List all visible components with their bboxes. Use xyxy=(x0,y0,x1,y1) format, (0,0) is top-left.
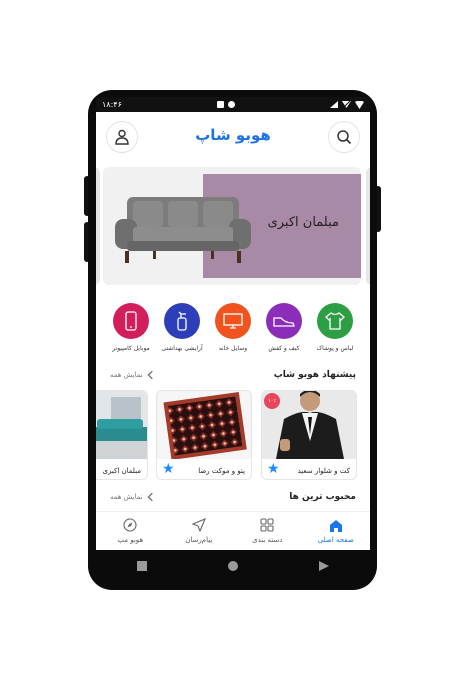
signal-icons xyxy=(329,100,364,109)
sim-icon xyxy=(216,101,224,108)
product-name: پتو و موکت رضا xyxy=(198,467,245,475)
category-label: وسایل خانه xyxy=(218,345,248,352)
product-card[interactable]: ۱۰٪ کت و شلوار سعید ★ xyxy=(261,390,357,480)
data-saver-icon xyxy=(227,101,235,108)
system-navigation-bar xyxy=(96,550,370,582)
search-button[interactable] xyxy=(328,121,360,153)
nav-label: هوبو مپ xyxy=(117,536,144,544)
home-icon xyxy=(329,519,342,532)
chevron-left-icon xyxy=(147,492,156,502)
suggest-see-all[interactable]: نمایش همه xyxy=(110,370,156,380)
nav-messenger[interactable]: پیام‌رسان xyxy=(165,512,234,550)
popular-section-header: محبوب ترین ها نمایش همه xyxy=(96,492,370,502)
promo-carousel[interactable]: مبلمان اکبری xyxy=(96,167,370,285)
carousel-prev-peek xyxy=(96,167,100,285)
search-icon xyxy=(337,130,352,145)
suggest-section-header: پیشنهاد هوبو شاپ نمایش همه xyxy=(96,370,370,380)
carousel-next-peek xyxy=(366,167,370,285)
sofa-image xyxy=(115,197,251,263)
popular-see-all[interactable]: نمایش همه xyxy=(110,492,156,502)
tv-icon xyxy=(215,303,251,339)
product-card[interactable]: مبلمان اکبری xyxy=(96,390,148,480)
suggest-carousel[interactable]: ۱۰٪ کت و شلوار سعید ★ پتو و موکت رضا ★ م… xyxy=(96,390,370,480)
phone-icon xyxy=(113,303,149,339)
grid-icon xyxy=(260,518,274,532)
carpet-image xyxy=(163,391,247,459)
chevron-left-icon xyxy=(147,370,156,380)
product-image xyxy=(96,391,147,459)
category-label: لباس و پوشاک xyxy=(316,345,354,352)
back-icon[interactable] xyxy=(319,561,330,571)
bottle-icon xyxy=(164,303,200,339)
shirt-icon xyxy=(317,303,353,339)
user-icon xyxy=(115,129,129,145)
category-row: لباس و پوشاک کیف و کفش وسایل خانه آرایشی… xyxy=(96,303,370,352)
signal-icon xyxy=(329,101,338,108)
compass-icon xyxy=(123,518,137,532)
category-bags-shoes[interactable]: کیف و کفش xyxy=(263,303,305,352)
nav-label: دسته بندی xyxy=(252,536,283,544)
home-circle-icon[interactable] xyxy=(227,561,238,571)
category-label: آرایشی بهداشتی xyxy=(161,345,203,352)
category-label: کیف و کفش xyxy=(268,345,300,352)
nav-label: صفحه اصلی xyxy=(317,535,354,544)
status-time: ۱۸:۴۶ xyxy=(102,100,122,109)
promo-banner[interactable]: مبلمان اکبری xyxy=(103,167,361,285)
see-all-label: نمایش همه xyxy=(110,493,143,501)
banner-title: مبلمان اکبری xyxy=(267,215,339,230)
app-screen: ۱۸:۴۶ هوبو شاپ مبلمان اکبری لباس و پوشاک… xyxy=(96,97,370,550)
app-header: هوبو شاپ xyxy=(96,112,370,162)
product-name: مبلمان اکبری xyxy=(102,467,141,475)
send-icon xyxy=(191,518,206,532)
product-card[interactable]: پتو و موکت رضا ★ xyxy=(156,390,252,480)
living-room-image xyxy=(96,391,147,459)
status-bar: ۱۸:۴۶ xyxy=(96,97,370,112)
nav-categories[interactable]: دسته بندی xyxy=(233,512,302,550)
product-name: کت و شلوار سعید xyxy=(297,467,350,475)
popular-title: محبوب ترین ها xyxy=(289,492,356,502)
category-home[interactable]: وسایل خانه xyxy=(212,303,254,352)
category-clothing[interactable]: لباس و پوشاک xyxy=(314,303,356,352)
category-mobile[interactable]: موبایل کامپیوتر xyxy=(110,303,152,352)
wifi-icon xyxy=(354,100,364,109)
nav-label: پیام‌رسان xyxy=(185,536,213,544)
discount-badge: ۱۰٪ xyxy=(264,393,280,409)
see-all-label: نمایش همه xyxy=(110,371,143,379)
nav-map[interactable]: هوبو مپ xyxy=(96,512,165,550)
category-label: موبایل کامپیوتر xyxy=(112,345,150,352)
category-cosmetics[interactable]: آرایشی بهداشتی xyxy=(161,303,203,352)
product-image xyxy=(157,391,251,459)
star-icon[interactable]: ★ xyxy=(267,462,280,476)
suggest-title: پیشنهاد هوبو شاپ xyxy=(273,370,356,380)
status-icons xyxy=(216,101,235,108)
star-icon[interactable]: ★ xyxy=(162,462,175,476)
recents-icon[interactable] xyxy=(136,561,147,571)
shoe-icon xyxy=(266,303,302,339)
nav-home[interactable]: صفحه اصلی xyxy=(302,512,371,550)
no-signal-icon xyxy=(341,100,351,109)
bottom-navigation: صفحه اصلی دسته بندی پیام‌رسان هوبو مپ xyxy=(96,511,370,550)
profile-button[interactable] xyxy=(106,121,138,153)
product-image: ۱۰٪ xyxy=(262,391,356,459)
